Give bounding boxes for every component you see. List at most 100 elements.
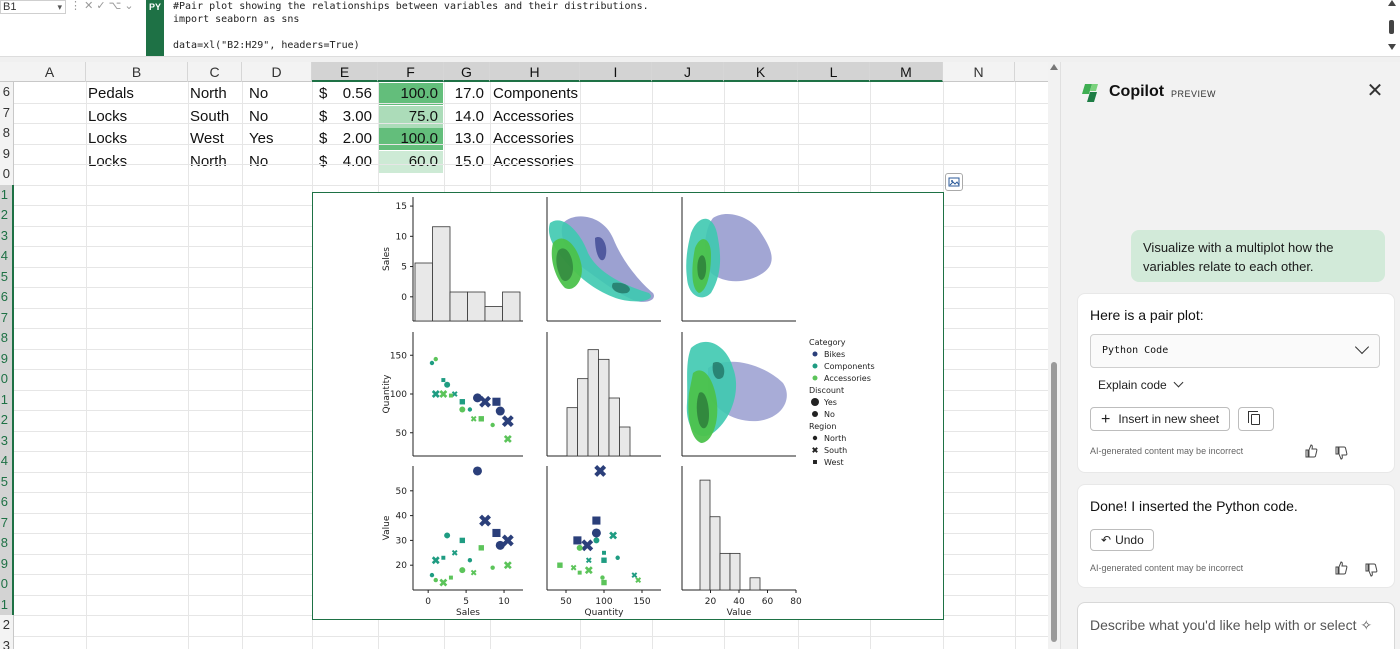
row-header[interactable]: 2 <box>0 205 14 226</box>
column-header-c[interactable]: C <box>188 62 242 82</box>
column-header-e[interactable]: E <box>312 62 378 82</box>
cell-quantity[interactable]: 100.0 <box>380 128 438 150</box>
cell-region[interactable]: West <box>190 128 242 150</box>
row-header[interactable]: 0 <box>0 369 14 390</box>
row-header[interactable]: 4 <box>0 246 14 267</box>
row-header[interactable]: 6 <box>0 287 14 308</box>
explain-code-toggle[interactable]: Explain code <box>1098 377 1184 392</box>
row-header[interactable]: 1 <box>0 184 14 205</box>
row-header[interactable]: 5 <box>0 471 14 492</box>
x-tick-label: 5 <box>463 597 469 607</box>
cell-sales[interactable]: 15.0 <box>446 151 484 173</box>
row-header[interactable]: 5 <box>0 266 14 287</box>
row-header[interactable]: 2 <box>0 615 14 636</box>
column-header-h[interactable]: H <box>490 62 580 82</box>
row-header[interactable]: 2 <box>0 410 14 431</box>
cell-price[interactable]: 2.00 <box>330 128 372 150</box>
row-header[interactable]: 3 <box>0 636 14 649</box>
row-header[interactable]: 8 <box>0 533 14 554</box>
row-header[interactable]: 6 <box>0 82 14 103</box>
column-header-m[interactable]: M <box>870 62 943 82</box>
thumbs-up-icon[interactable] <box>1334 561 1348 575</box>
cell-price[interactable]: 3.00 <box>330 106 372 128</box>
insert-function-icon[interactable]: ⌥ <box>109 0 122 12</box>
thumbs-down-icon[interactable] <box>1334 446 1348 460</box>
row-header[interactable]: 9 <box>0 144 14 165</box>
cell-sales[interactable]: 14.0 <box>446 106 484 128</box>
x-tick-label: 100 <box>595 597 612 607</box>
close-icon[interactable]: ✕ <box>1366 81 1384 101</box>
column-header-f[interactable]: F <box>378 62 444 82</box>
histogram-bar <box>608 397 620 457</box>
python-code-editor[interactable]: #Pair plot showing the relationships bet… <box>168 0 1386 56</box>
row-header[interactable]: 1 <box>0 594 14 615</box>
row-header[interactable]: 3 <box>0 225 14 246</box>
column-header-n[interactable]: N <box>943 62 1015 82</box>
cell-price[interactable]: 4.00 <box>330 151 372 173</box>
cell-discount[interactable]: Yes <box>249 128 309 150</box>
cell-discount[interactable]: No <box>249 106 309 128</box>
column-header-d[interactable]: D <box>242 62 312 82</box>
pairplot-image[interactable]: 15 10 5 0 150 100 50 50 40 30 20 0 5 10 50 100 150 20 40 60… <box>312 192 944 620</box>
cancel-icon[interactable]: ✕ <box>84 0 93 12</box>
column-header-l[interactable]: L <box>798 62 870 82</box>
row-header[interactable]: 7 <box>0 512 14 533</box>
column-header-g[interactable]: G <box>444 62 490 82</box>
cell-category[interactable]: Accessories <box>493 106 583 128</box>
column-header-k[interactable]: K <box>724 62 798 82</box>
thumbs-down-icon[interactable] <box>1364 563 1378 577</box>
name-box[interactable]: B1 ▾ <box>0 0 66 14</box>
undo-button[interactable]: ↶ Undo <box>1090 529 1154 551</box>
row-header[interactable]: 0 <box>0 164 14 185</box>
scatter-point <box>812 435 818 441</box>
row-header[interactable]: 9 <box>0 348 14 369</box>
compose-input[interactable]: Describe what you'd like help with or se… <box>1077 602 1395 649</box>
row-header[interactable]: 9 <box>0 553 14 574</box>
row-header[interactable]: 7 <box>0 103 14 124</box>
row-header[interactable]: 0 <box>0 574 14 595</box>
column-header-j[interactable]: J <box>652 62 724 82</box>
scroll-thumb[interactable] <box>1389 20 1394 34</box>
expand-icon[interactable]: ⌄ <box>124 0 133 12</box>
scatter-point <box>467 407 473 412</box>
cell-product[interactable]: Locks <box>88 151 186 173</box>
row-header[interactable]: 8 <box>0 123 14 144</box>
undo-label: Undo <box>1115 533 1144 547</box>
row-header[interactable]: 1 <box>0 389 14 410</box>
enter-icon[interactable]: ✓ <box>96 0 105 12</box>
cell-sales[interactable]: 13.0 <box>446 128 484 150</box>
code-scrollbar[interactable] <box>1386 0 1398 56</box>
name-box-dropdown-icon[interactable]: ▾ <box>57 1 62 13</box>
cell-discount[interactable]: No <box>249 151 309 173</box>
copy-button[interactable] <box>1238 407 1274 431</box>
cell-region[interactable]: North <box>190 151 242 173</box>
column-header-b[interactable]: B <box>86 62 188 82</box>
sheet-scrollbar[interactable] <box>1048 62 1060 649</box>
insert-new-sheet-button[interactable]: + Insert in new sheet <box>1090 407 1230 431</box>
column-header-a[interactable]: A <box>14 62 86 82</box>
row-header[interactable]: 6 <box>0 492 14 513</box>
legend-marker <box>812 351 818 357</box>
cell-category[interactable]: Accessories <box>493 151 583 173</box>
cell-region[interactable]: South <box>190 106 242 128</box>
cell-product[interactable]: Locks <box>88 106 186 128</box>
row-header[interactable]: 7 <box>0 307 14 328</box>
python-code-dropdown[interactable]: Python Code <box>1090 334 1380 368</box>
cell-category[interactable]: Accessories <box>493 128 583 150</box>
thumbs-up-icon[interactable] <box>1304 444 1318 458</box>
scroll-up-icon[interactable] <box>1050 64 1058 70</box>
scroll-thumb[interactable] <box>1051 362 1057 642</box>
image-options-icon[interactable] <box>945 173 963 191</box>
cell-product[interactable]: Locks <box>88 128 186 150</box>
cell-quantity[interactable]: 75.0 <box>380 106 438 128</box>
more-icon[interactable]: ⋮ <box>70 0 81 12</box>
scroll-up-icon[interactable] <box>1388 0 1396 6</box>
row-header[interactable]: 8 <box>0 328 14 349</box>
scroll-down-icon[interactable] <box>1388 44 1396 50</box>
undo-icon: ↶ <box>1101 533 1112 547</box>
row-header[interactable]: 4 <box>0 451 14 472</box>
response-text: Done! I inserted the Python code. <box>1090 498 1298 514</box>
cell-quantity[interactable]: 60.0 <box>380 151 438 173</box>
column-header-i[interactable]: I <box>580 62 652 82</box>
row-header[interactable]: 3 <box>0 430 14 451</box>
